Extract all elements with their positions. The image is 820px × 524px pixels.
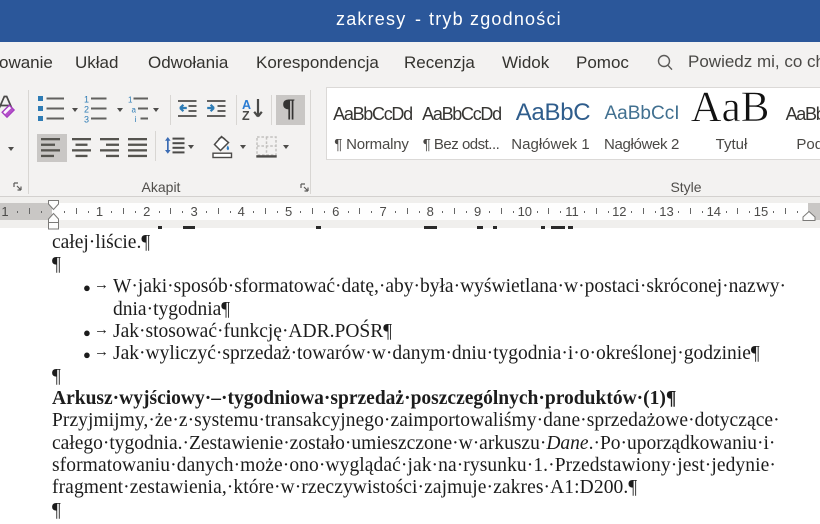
svg-text:2: 2 [84, 105, 89, 115]
svg-text:3: 3 [84, 115, 89, 124]
svg-text:1: 1 [84, 95, 89, 105]
svg-text:Z: Z [242, 109, 250, 121]
svg-text:i: i [135, 115, 137, 123]
svg-text:a: a [132, 106, 137, 115]
svg-text:1: 1 [128, 96, 133, 105]
